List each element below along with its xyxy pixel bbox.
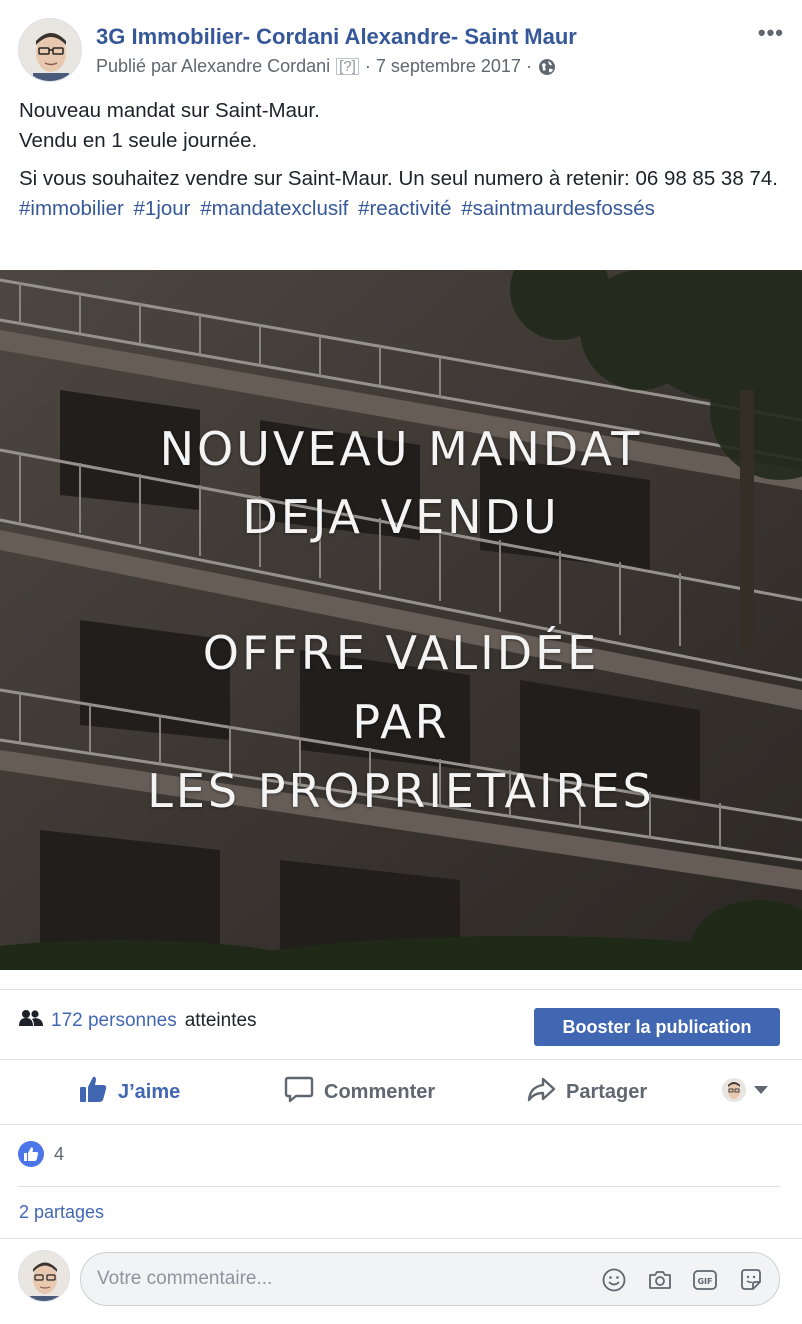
help-marker[interactable]: [?] xyxy=(336,58,359,75)
like-button[interactable]: J’aime xyxy=(78,1060,180,1124)
overlay-line-1: NOUVEAU MANDAT xyxy=(159,422,643,476)
comment-button[interactable]: Commenter xyxy=(284,1060,435,1124)
post-as-selector[interactable] xyxy=(722,1078,768,1102)
text-line-3: Si vous souhaitez vendre sur Saint-Maur.… xyxy=(19,167,778,190)
page-name-link[interactable]: 3G Immobilier- Cordani Alexandre- Saint … xyxy=(96,24,577,50)
boost-post-button[interactable]: Booster la publication xyxy=(534,1008,780,1046)
emoji-icon[interactable] xyxy=(601,1267,627,1293)
post-text: Nouveau mandat sur Saint-Maur. Vendu en … xyxy=(19,96,789,224)
divider xyxy=(0,1124,802,1125)
like-reaction-icon xyxy=(18,1141,44,1167)
text-line-1: Nouveau mandat sur Saint-Maur. xyxy=(19,99,320,122)
overlay-line-5: LES PROPRIETAIRES xyxy=(147,764,655,818)
reach-suffix: atteintes xyxy=(184,1010,257,1031)
hashtag-link[interactable]: #immobilier xyxy=(19,197,124,220)
shares-count-link[interactable]: 2 partages xyxy=(19,1202,104,1223)
more-options-icon[interactable]: ••• xyxy=(758,20,784,46)
hashtag-list: #immobilier #1jour #mandatexclusif #reac… xyxy=(19,194,789,224)
action-bar: J’aime Commenter Partager xyxy=(0,1060,802,1124)
hashtag-link[interactable]: #saintmaurdesfossés xyxy=(461,197,655,220)
globe-icon[interactable] xyxy=(538,58,556,76)
comment-composer: GIF xyxy=(80,1252,780,1306)
overlay-line-4: PAR xyxy=(352,695,450,749)
like-label: J’aime xyxy=(118,1080,181,1103)
building-illustration xyxy=(0,270,802,970)
overlay-line-2: DEJA VENDU xyxy=(242,490,560,544)
thumbs-up-icon xyxy=(78,1074,108,1110)
facebook-post: 3G Immobilier- Cordani Alexandre- Saint … xyxy=(0,0,802,1324)
svg-text:GIF: GIF xyxy=(697,1277,712,1286)
comment-input[interactable] xyxy=(97,1263,577,1295)
reaction-count: 4 xyxy=(54,1143,65,1164)
divider xyxy=(18,1186,780,1187)
post-photo[interactable]: NOUVEAU MANDAT DEJA VENDU OFFRE VALIDÉE … xyxy=(0,270,802,970)
post-meta: Publié par Alexandre Cordani [?] · 7 sep… xyxy=(96,56,556,77)
viewer-avatar xyxy=(722,1078,746,1102)
text-line-2: Vendu en 1 seule journée. xyxy=(19,129,258,152)
sticker-icon[interactable] xyxy=(738,1267,764,1293)
reach-summary: 172 personnes atteintes xyxy=(19,1009,257,1033)
speech-bubble-icon xyxy=(284,1074,314,1110)
share-label: Partager xyxy=(566,1080,648,1103)
hashtag-link[interactable]: #mandatexclusif xyxy=(200,197,348,220)
hashtag-link[interactable]: #reactivité xyxy=(358,197,451,220)
divider xyxy=(0,989,802,990)
commenter-avatar xyxy=(18,1250,70,1302)
overlay-line-3: OFFRE VALIDÉE xyxy=(202,626,600,680)
reactions-summary[interactable]: 4 xyxy=(18,1141,64,1167)
share-button[interactable]: Partager xyxy=(526,1060,647,1124)
post-date[interactable]: · 7 septembre 2017 · xyxy=(365,56,532,77)
share-arrow-icon xyxy=(526,1074,556,1110)
hashtag-link[interactable]: #1jour xyxy=(134,197,191,220)
divider xyxy=(0,1238,802,1239)
camera-icon[interactable] xyxy=(647,1267,673,1293)
page-avatar[interactable] xyxy=(18,18,82,82)
comment-label: Commenter xyxy=(324,1080,436,1103)
people-icon xyxy=(19,1009,43,1033)
gif-icon[interactable]: GIF xyxy=(692,1267,718,1293)
reach-count-link[interactable]: 172 personnes xyxy=(51,1010,177,1032)
chevron-down-icon xyxy=(754,1086,768,1094)
published-by[interactable]: Publié par Alexandre Cordani xyxy=(96,56,330,77)
